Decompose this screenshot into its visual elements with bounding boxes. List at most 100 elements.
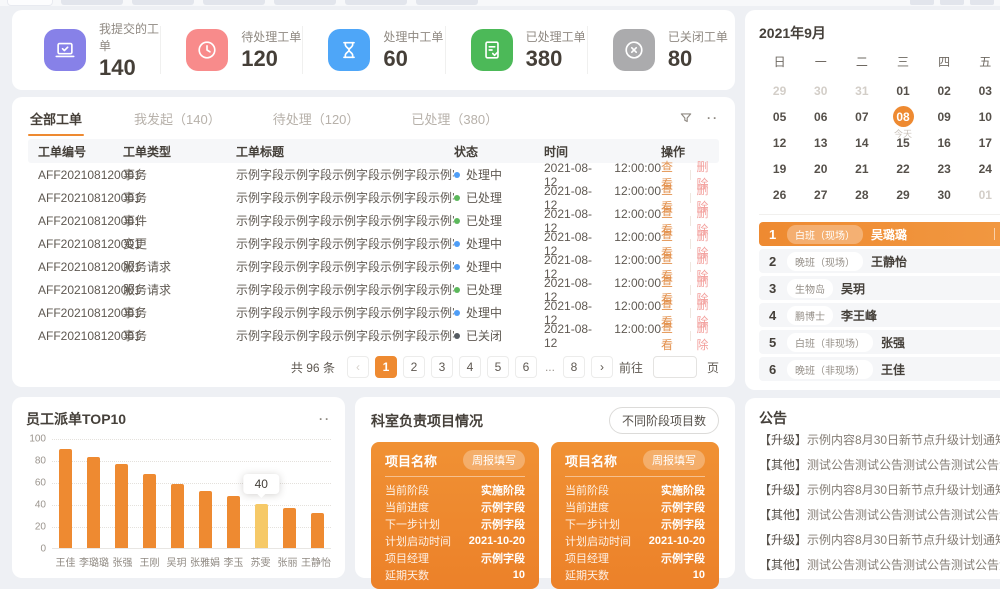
pagination: 共 96 条‹123456...8›前往页 bbox=[28, 356, 719, 378]
shift-row[interactable]: 6晚班（非现场）王佳 bbox=[759, 357, 1000, 381]
announcement-list: 【升级】示例内容8月30日新节点升级计划通知【其他】测试公告测试公告测试公告测试… bbox=[759, 428, 1000, 578]
bar[interactable] bbox=[59, 449, 72, 548]
calendar-day[interactable]: 30 bbox=[800, 78, 841, 104]
announcement-item[interactable]: 【其他】测试公告测试公告测试公告测试公告测试公告 bbox=[759, 503, 1000, 528]
more-icon[interactable]: ·· bbox=[319, 412, 331, 426]
calendar-day[interactable]: 02 bbox=[924, 78, 965, 104]
calendar-day[interactable]: 05 bbox=[759, 104, 800, 130]
field-value: 2021-10-20 bbox=[649, 535, 705, 547]
top-control[interactable] bbox=[970, 0, 994, 5]
shift-row[interactable]: 2晚班（现场）王静怡 bbox=[759, 249, 1000, 273]
calendar-day[interactable]: 01 bbox=[882, 78, 923, 104]
calendar-day[interactable]: 16 bbox=[924, 130, 965, 156]
bar-slot bbox=[303, 439, 331, 548]
calendar-day[interactable]: 07 bbox=[841, 104, 882, 130]
delete-link[interactable]: 删除 bbox=[696, 319, 719, 353]
calendar-day[interactable]: 03 bbox=[965, 78, 1000, 104]
workorders-tab[interactable]: 全部工单 bbox=[28, 97, 84, 140]
divider bbox=[759, 214, 1000, 215]
calendar-day[interactable]: 06 bbox=[800, 104, 841, 130]
bar[interactable] bbox=[283, 508, 296, 548]
calendar-day[interactable]: 09 bbox=[924, 104, 965, 130]
top-tab[interactable] bbox=[345, 0, 407, 5]
calendar-day[interactable]: 21 bbox=[841, 156, 882, 182]
page-button[interactable]: 4 bbox=[459, 356, 481, 378]
announcement-item[interactable]: 【其他】测试公告测试公告测试公告测试公告测试公告 bbox=[759, 553, 1000, 578]
field-value: 实施阶段 bbox=[481, 482, 525, 498]
field-label: 项目经理 bbox=[565, 550, 609, 566]
weekly-report-badge[interactable]: 周报填写 bbox=[463, 450, 525, 470]
shift-schedule-list: 1白班（现场）吴璐璐 2晚班（现场）王静怡 3生物岛吴玥 4鹏博士李王峰 5白班（非现场… bbox=[759, 222, 1000, 381]
prev-page-button[interactable]: ‹ bbox=[347, 356, 369, 378]
page-button[interactable]: 8 bbox=[563, 356, 585, 378]
page-button[interactable]: 5 bbox=[487, 356, 509, 378]
stat-card: 待处理工单120 bbox=[160, 10, 302, 90]
shift-row[interactable]: 4鹏博士李王峰 bbox=[759, 303, 1000, 327]
bar[interactable] bbox=[171, 484, 184, 548]
top-tab[interactable] bbox=[416, 0, 478, 5]
calendar-day[interactable]: 30 bbox=[924, 182, 965, 208]
calendar-day[interactable]: 19 bbox=[759, 156, 800, 182]
announcement-text: 测试公告测试公告测试公告测试公告测试公告 bbox=[807, 558, 1000, 572]
top-tab[interactable] bbox=[8, 0, 52, 5]
workorders-tab[interactable]: 我发起（140） bbox=[132, 97, 223, 140]
bar[interactable] bbox=[199, 491, 212, 548]
bar[interactable] bbox=[255, 504, 268, 548]
page-button[interactable]: 2 bbox=[403, 356, 425, 378]
workorders-tab[interactable]: 已处理（380） bbox=[409, 97, 500, 140]
calendar-day[interactable]: 29 bbox=[759, 78, 800, 104]
calendar-day[interactable]: 12 bbox=[759, 130, 800, 156]
bar[interactable] bbox=[115, 464, 128, 548]
calendar-day[interactable]: 17 bbox=[965, 130, 1000, 156]
calendar-day[interactable]: 13 bbox=[800, 130, 841, 156]
announcement-item[interactable]: 【升级】示例内容8月30日新节点升级计划通知 bbox=[759, 428, 1000, 453]
calendar-day[interactable]: 10 bbox=[965, 104, 1000, 130]
top-tab[interactable] bbox=[203, 0, 265, 5]
top-tab[interactable] bbox=[132, 0, 194, 5]
page-button[interactable]: 6 bbox=[515, 356, 537, 378]
next-page-button[interactable]: › bbox=[591, 356, 613, 378]
calendar-day[interactable]: 23 bbox=[924, 156, 965, 182]
bar[interactable] bbox=[311, 513, 324, 548]
shift-type-badge: 白班（现场） bbox=[787, 225, 863, 244]
page-button[interactable]: 1 bbox=[375, 356, 397, 378]
top-tab[interactable] bbox=[61, 0, 123, 5]
calendar-day[interactable]: 29 bbox=[882, 182, 923, 208]
calendar-day[interactable]: 08今天 bbox=[882, 104, 923, 130]
project-field-row: 当前阶段实施阶段 bbox=[565, 481, 705, 498]
announcement-item[interactable]: 【其他】测试公告测试公告测试公告测试公告测试公告 bbox=[759, 453, 1000, 478]
calendar-day[interactable]: 26 bbox=[759, 182, 800, 208]
more-icon[interactable]: ·· bbox=[707, 111, 719, 125]
calendar-day[interactable]: 22 bbox=[882, 156, 923, 182]
bar[interactable] bbox=[227, 496, 240, 548]
top-control[interactable] bbox=[910, 0, 934, 5]
shift-person-name: 王佳 bbox=[881, 361, 905, 378]
calendar-day[interactable]: 31 bbox=[841, 78, 882, 104]
announcement-item[interactable]: 【升级】示例内容8月30日新节点升级计划通知 bbox=[759, 478, 1000, 503]
page-jump-input[interactable] bbox=[653, 356, 697, 378]
calendar-day[interactable]: 28 bbox=[841, 182, 882, 208]
workorders-tab[interactable]: 待处理（120） bbox=[271, 97, 362, 140]
top-control[interactable] bbox=[940, 0, 964, 5]
calendar-day[interactable]: 24 bbox=[965, 156, 1000, 182]
weekly-report-badge[interactable]: 周报填写 bbox=[643, 450, 705, 470]
calendar-day[interactable]: 20 bbox=[800, 156, 841, 182]
y-tick-label: 0 bbox=[40, 544, 46, 555]
view-link[interactable]: 查看 bbox=[661, 319, 684, 353]
shift-row[interactable]: 1白班（现场）吴璐璐 bbox=[759, 222, 1000, 246]
announcement-item[interactable]: 【升级】示例内容8月30日新节点升级计划通知 bbox=[759, 528, 1000, 553]
filter-funnel-icon[interactable] bbox=[679, 111, 693, 125]
shift-row[interactable]: 3生物岛吴玥 bbox=[759, 276, 1000, 300]
bar[interactable] bbox=[87, 457, 100, 548]
calendar-day[interactable]: 27 bbox=[800, 182, 841, 208]
bar[interactable] bbox=[143, 474, 156, 548]
top-tab[interactable] bbox=[274, 0, 336, 5]
y-tick-label: 80 bbox=[35, 456, 46, 467]
calendar-day[interactable]: 14 bbox=[841, 130, 882, 156]
field-value: 示例字段 bbox=[661, 550, 705, 566]
page-button[interactable]: 3 bbox=[431, 356, 453, 378]
calendar-day[interactable]: 01 bbox=[965, 182, 1000, 208]
shift-person-name: 李王峰 bbox=[841, 307, 877, 324]
stage-project-count-button[interactable]: 不同阶段项目数 bbox=[609, 407, 719, 434]
shift-row[interactable]: 5白班（非现场）张强 bbox=[759, 330, 1000, 354]
